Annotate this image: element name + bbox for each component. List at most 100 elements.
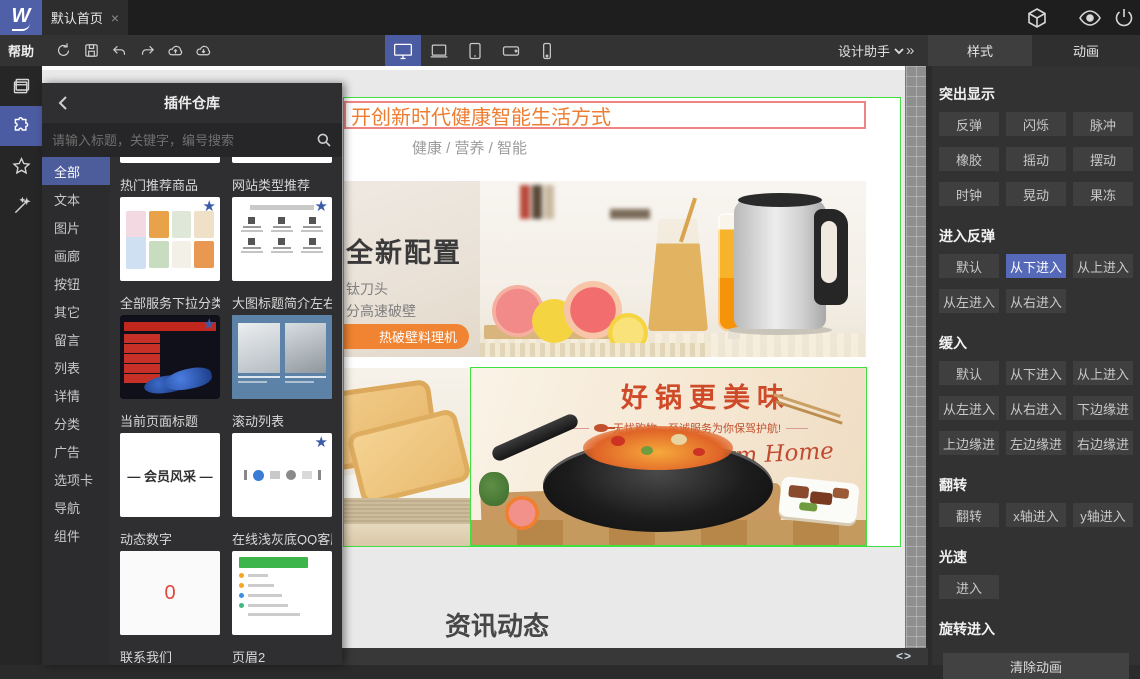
anim-clock[interactable]: 时钟 [939,182,999,206]
category-message[interactable]: 留言 [42,325,110,353]
plugin-item-hot-products: 热门推荐商品 ★ [120,163,220,281]
anim-swing[interactable]: 摆动 [1073,147,1133,171]
tab-style[interactable]: 样式 [928,35,1032,66]
design-assistant-menu[interactable]: 设计助手 [838,35,904,66]
tab-animation[interactable]: 动画 [1032,35,1140,66]
banner-blender-text[interactable]: 全新配置 钛刀头 分高速破壁 热破壁料理机 [343,181,480,357]
desktop-icon[interactable] [385,35,421,66]
plugin-item-services-dropdown: 全部服务下拉分类带... ★ [120,281,220,399]
plugin-card[interactable] [232,551,332,635]
star-badge-icon[interactable]: ★ [315,435,328,450]
anim-flash[interactable]: 闪烁 [1006,112,1066,136]
anim-rubber[interactable]: 橡胶 [939,147,999,171]
undo-icon[interactable] [111,42,128,59]
plugin-card[interactable]: ★ [232,197,332,281]
easein-from-right[interactable]: 从右进入 [1006,396,1066,420]
category-ad[interactable]: 广告 [42,437,110,465]
save-icon[interactable] [83,42,100,59]
sidebar-item-design-tools[interactable] [0,186,42,226]
laptop-icon[interactable] [421,35,457,66]
refresh-icon[interactable] [55,42,72,59]
anim-pulse[interactable]: 脉冲 [1073,112,1133,136]
subtitle-text[interactable]: 健康 / 营养 / 智能 [412,137,527,158]
category-text[interactable]: 文本 [42,185,110,213]
star-badge-icon[interactable]: ★ [203,199,216,214]
category-nav[interactable]: 导航 [42,493,110,521]
bouncein-from-right[interactable]: 从右进入 [1006,289,1066,313]
bouncein-from-top[interactable]: 从上进入 [1073,254,1133,278]
anim-shake[interactable]: 摇动 [1006,147,1066,171]
wok-banner-image[interactable]: 好锅更美味 无忧购物，至诚服务为你保驾护航! Warm Home [471,368,866,546]
sidebar-item-pages[interactable] [0,66,42,106]
phone-landscape-icon[interactable] [493,35,529,66]
flip-x-axis[interactable]: x轴进入 [1006,503,1066,527]
category-classify[interactable]: 分类 [42,409,110,437]
easein-from-bottom[interactable]: 从下进入 [1006,361,1066,385]
anim-bounce[interactable]: 反弹 [939,112,999,136]
category-list[interactable]: 列表 [42,353,110,381]
easein-top-edge[interactable]: 上边缘进 [939,431,999,455]
headline-text-block[interactable]: 开创新时代健康智能生活方式 [344,101,866,129]
tablet-icon[interactable] [457,35,493,66]
easein-from-left[interactable]: 从左进入 [939,396,999,420]
sidebar-item-plugins[interactable] [0,106,42,146]
bread-image[interactable] [343,368,471,546]
plugin-panel-title: 插件仓库 [164,95,220,111]
plugin-card[interactable]: ★ [120,197,220,281]
more-panels-button[interactable]: » [906,35,914,66]
sidebar-item-favorites[interactable] [0,146,42,186]
plugin-card[interactable]: ★ [232,433,332,517]
easein-default[interactable]: 默认 [939,361,999,385]
search-input[interactable] [52,132,316,148]
star-badge-icon[interactable]: ★ [315,199,328,214]
category-other[interactable]: 其它 [42,297,110,325]
cloud-upload-icon[interactable] [167,42,184,59]
bouncein-from-left[interactable]: 从左进入 [939,289,999,313]
code-icon[interactable]: <> [896,649,912,663]
category-component[interactable]: 组件 [42,521,110,549]
power-icon[interactable] [1112,6,1136,30]
easein-right-edge[interactable]: 右边缘进 [1073,431,1133,455]
plugin-card[interactable]: ★ [120,315,220,399]
section-title-flip: 翻转 [939,477,967,493]
news-section-title[interactable]: 资讯动态 [445,606,549,643]
bouncein-from-bottom[interactable]: 从下进入 [1006,254,1066,278]
plugin-card[interactable]: — 会员风采 — [120,433,220,517]
plugin-card[interactable]: 0 [120,551,220,635]
back-chevron-icon[interactable] [54,93,74,113]
anim-wobble[interactable]: 晃动 [1006,182,1066,206]
left-sidebar [0,66,42,665]
bouncein-default[interactable]: 默认 [939,254,999,278]
category-detail[interactable]: 详情 [42,381,110,409]
canvas-scroll-track[interactable] [905,66,926,648]
kettle-product-image[interactable] [480,181,866,357]
easein-left-edge[interactable]: 左边缘进 [1006,431,1066,455]
category-all[interactable]: 全部 [42,157,110,185]
anim-jelly[interactable]: 果冻 [1073,182,1133,206]
3d-cube-icon[interactable] [1025,6,1049,30]
easein-bottom-edge[interactable]: 下边缘进 [1073,396,1133,420]
category-button[interactable]: 按钮 [42,269,110,297]
banner1-title: 全新配置 [346,238,462,268]
banner1-button[interactable]: 热破壁料理机 [343,324,469,349]
search-icon[interactable] [316,132,332,148]
category-image[interactable]: 图片 [42,213,110,241]
category-gallery[interactable]: 画廊 [42,241,110,269]
clear-animation-button[interactable]: 清除动画 [943,653,1129,679]
flip[interactable]: 翻转 [939,503,999,527]
star-badge-icon[interactable]: ★ [203,317,216,332]
easein-from-top[interactable]: 从上进入 [1073,361,1133,385]
plugin-card[interactable] [232,315,332,399]
close-icon[interactable]: × [111,10,119,26]
preview-eye-icon[interactable] [1078,6,1102,30]
cloud-download-icon[interactable] [195,42,212,59]
help-menu[interactable]: 帮助 [8,35,34,66]
phone-icon[interactable] [529,35,565,66]
flip-y-axis[interactable]: y轴进入 [1073,503,1133,527]
redo-icon[interactable] [139,42,156,59]
lightspeed-in[interactable]: 进入 [939,575,999,599]
pages-icon [13,78,29,93]
category-tabs[interactable]: 选项卡 [42,465,110,493]
app-logo[interactable]: W [0,0,42,35]
page-tab[interactable]: 默认首页 × [42,0,128,35]
